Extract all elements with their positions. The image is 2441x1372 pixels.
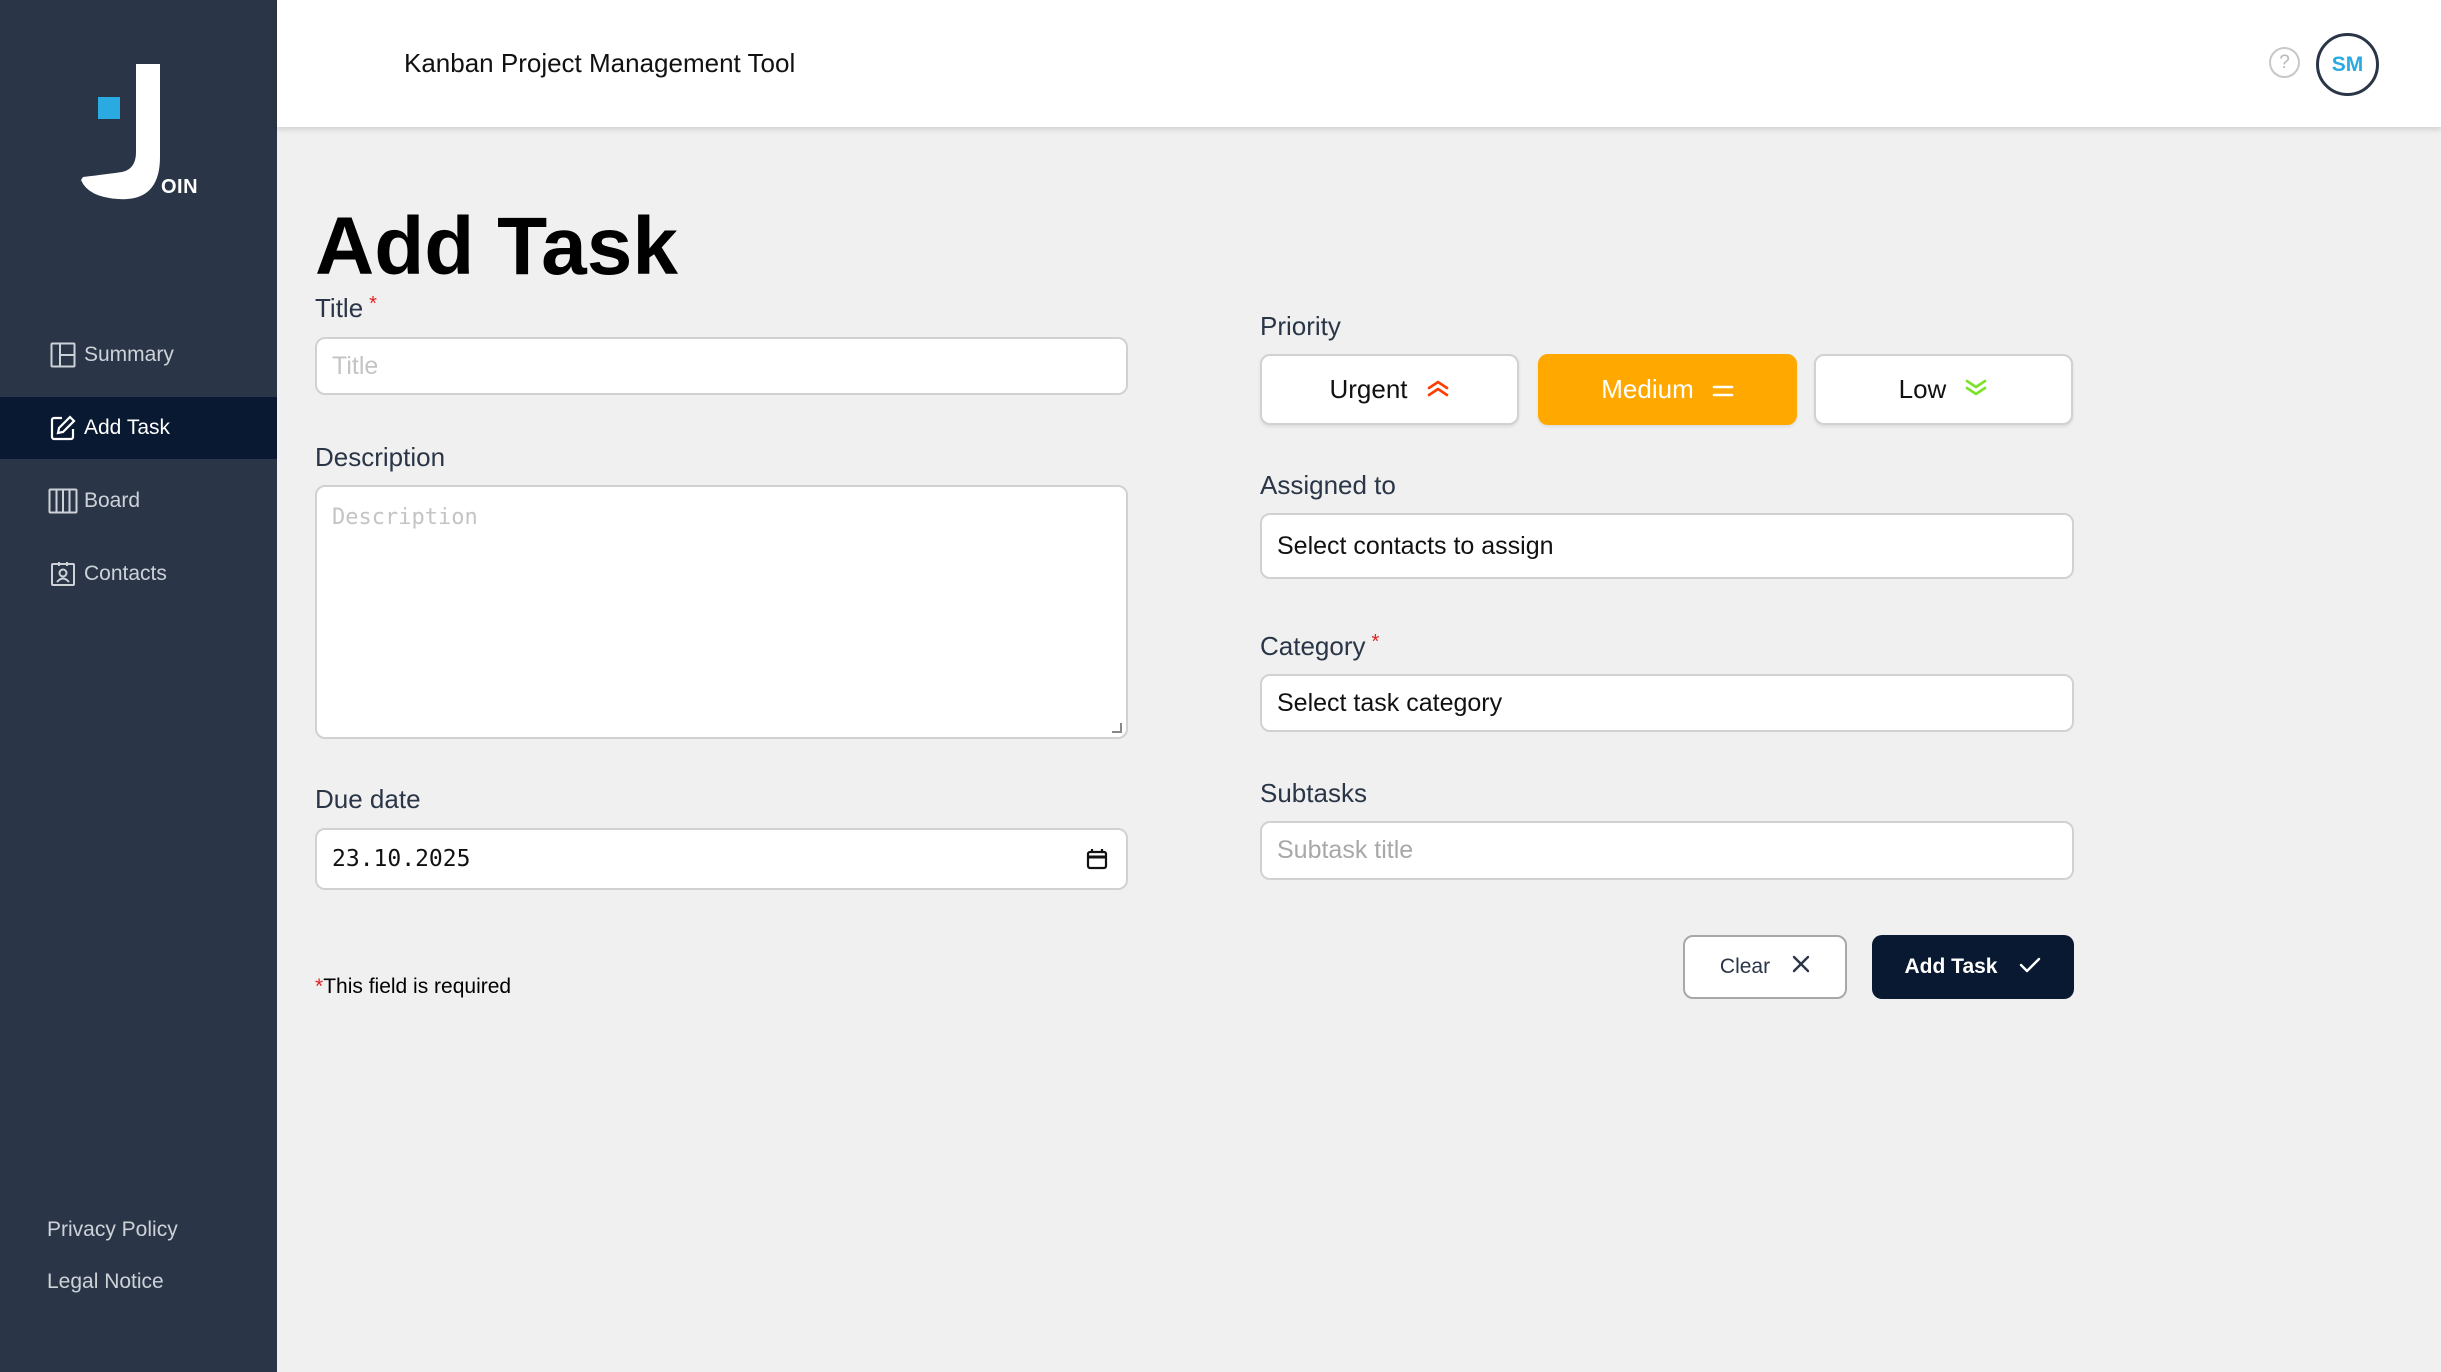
required-mark: * [315,975,324,998]
help-icon[interactable]: ? [2269,47,2300,78]
title-label-text: Title [315,293,364,323]
legal-notice-link[interactable]: Legal Notice [47,1270,178,1294]
close-icon [1792,955,1810,979]
check-icon [2019,955,2041,979]
resize-handle[interactable] [1112,723,1122,733]
clear-button[interactable]: Clear [1683,935,1847,999]
contacts-icon [48,559,78,589]
required-mark: * [369,293,377,315]
due-date-label: Due date [315,784,421,814]
category-value: Select task category [1277,688,1503,717]
clear-label: Clear [1719,955,1771,978]
title-placeholder: Title [332,351,379,380]
priority-urgent-label: Urgent [1329,374,1408,404]
join-logo[interactable]: OIN [78,62,198,202]
edit-icon [48,413,78,443]
category-label-text: Category [1260,631,1366,661]
assigned-select[interactable]: Select contacts to assign [1260,513,2074,579]
due-date-input[interactable]: 23.10.2025 [315,828,1128,890]
assigned-value: Select contacts to assign [1277,531,1554,560]
priority-medium-label: Medium [1601,374,1694,404]
sidebar-footer: Privacy Policy Legal Notice [47,1218,178,1322]
required-note: *This field is required [315,975,511,999]
sidebar-item-label: Add Task [84,416,170,439]
sidebar-item-add-task[interactable]: Add Task [0,397,277,459]
description-placeholder: Description [332,505,478,530]
assigned-label: Assigned to [1260,470,1396,500]
app-title: Kanban Project Management Tool [404,48,796,78]
subtasks-label: Subtasks [1260,778,1367,808]
add-task-button[interactable]: Add Task [1872,935,2074,999]
add-task-label: Add Task [1904,955,1998,978]
priority-urgent-button[interactable]: Urgent [1260,354,1519,425]
low-icon [1964,374,1988,405]
subtask-placeholder: Subtask title [1277,836,1414,864]
sidebar-item-label: Board [84,489,141,512]
title-input[interactable]: Title [315,337,1128,395]
logo-text: OIN [161,176,199,198]
urgent-icon [1426,374,1450,405]
sidebar-item-label: Contacts [84,562,167,585]
sidebar-item-contacts[interactable]: Contacts [0,543,277,605]
title-label: Title * [315,293,377,324]
description-label: Description [315,442,446,472]
summary-icon [48,340,78,370]
sidebar-item-label: Summary [84,343,174,366]
board-icon [48,486,78,516]
sidebar-item-board[interactable]: Board [0,470,277,532]
sidebar: OIN Summary Add Task Board Contacts Priv… [0,0,277,1372]
user-avatar[interactable]: SM [2316,33,2379,96]
priority-label: Priority [1260,311,1341,341]
priority-low-button[interactable]: Low [1814,354,2073,425]
priority-low-label: Low [1898,374,1947,404]
priority-medium-button[interactable]: Medium [1538,354,1797,425]
subtask-input[interactable]: Subtask title [1260,821,2074,880]
required-mark: * [1371,631,1380,653]
category-select[interactable]: Select task category [1260,674,2074,732]
top-header: Kanban Project Management Tool [277,0,2441,127]
sidebar-item-summary[interactable]: Summary [0,324,277,386]
medium-icon [1712,374,1734,405]
page-title: Add Task [315,201,678,292]
due-date-value: 23.10.2025 [332,846,471,872]
sidebar-nav: Summary Add Task Board Contacts [0,324,277,616]
calendar-icon[interactable] [1086,848,1108,876]
required-note-text: This field is required [323,975,512,998]
category-label: Category * [1260,631,1379,662]
privacy-policy-link[interactable]: Privacy Policy [47,1218,178,1242]
description-textarea[interactable]: Description [315,485,1128,739]
